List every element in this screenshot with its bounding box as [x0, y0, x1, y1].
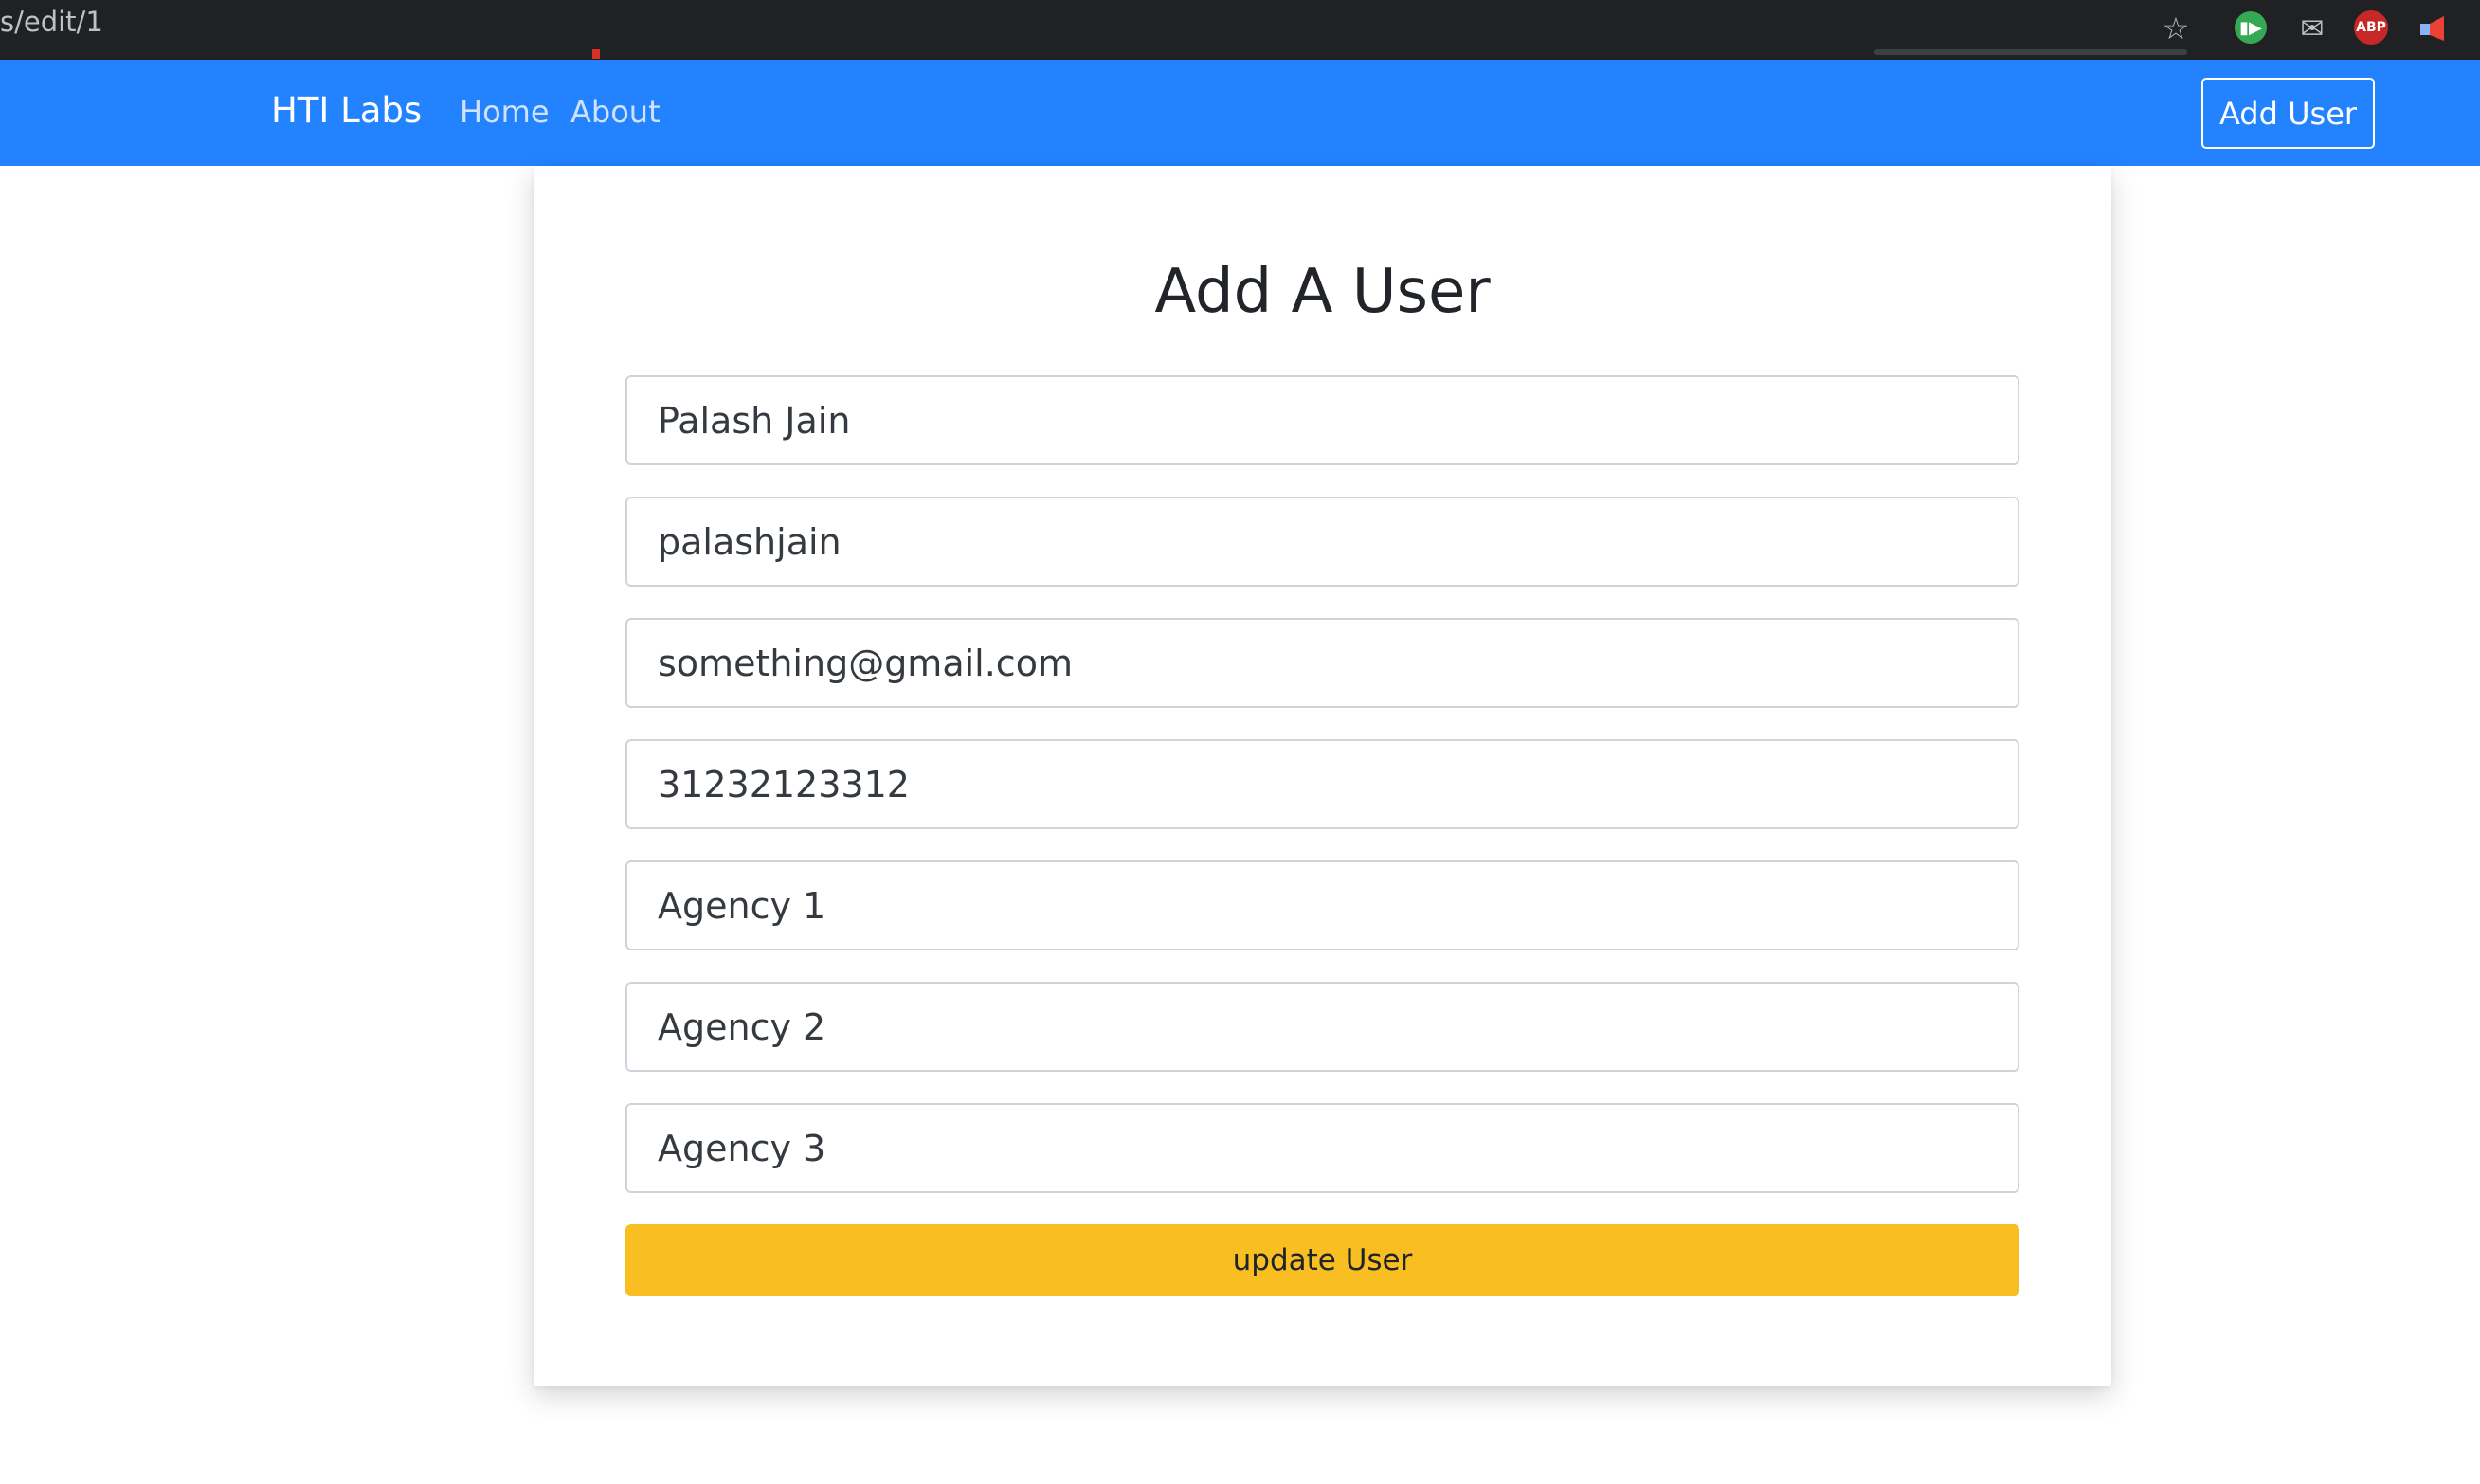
top-navbar: HTI Labs Home About Add User — [0, 60, 2480, 166]
bookmark-star-icon[interactable]: ☆ — [2157, 9, 2195, 47]
user-form-card: Add A User update User — [534, 166, 2111, 1386]
add-user-button[interactable]: Add User — [2201, 78, 2375, 149]
tab-indicator — [592, 49, 600, 59]
adblock-plus-icon[interactable]: ABP — [2354, 10, 2388, 45]
nav-link-home[interactable]: Home — [460, 95, 550, 129]
megaphone-icon-graphic — [2420, 16, 2444, 41]
address-bar-url[interactable]: s/edit/1 — [0, 6, 103, 38]
agency-1-field[interactable] — [625, 860, 2019, 950]
navbar-brand[interactable]: HTI Labs — [271, 91, 422, 131]
toolbar-divider — [1874, 49, 2187, 55]
nav-link-about[interactable]: About — [570, 95, 661, 129]
page-title: Add A User — [1154, 257, 1491, 327]
megaphone-extension-icon[interactable] — [2415, 9, 2453, 47]
name-field[interactable] — [625, 375, 2019, 465]
extension-green-icon[interactable]: ▮▶ — [2235, 11, 2267, 44]
agency-3-field[interactable] — [625, 1103, 2019, 1193]
agency-2-field[interactable] — [625, 982, 2019, 1072]
username-field[interactable] — [625, 497, 2019, 587]
phone-field[interactable] — [625, 739, 2019, 829]
update-user-button[interactable]: update User — [625, 1224, 2019, 1296]
email-field[interactable] — [625, 618, 2019, 708]
mail-extension-icon[interactable]: ✉ — [2293, 9, 2331, 47]
browser-toolbar: s/edit/1 ☆ ▮▶ ✉ ABP — [0, 0, 2480, 60]
